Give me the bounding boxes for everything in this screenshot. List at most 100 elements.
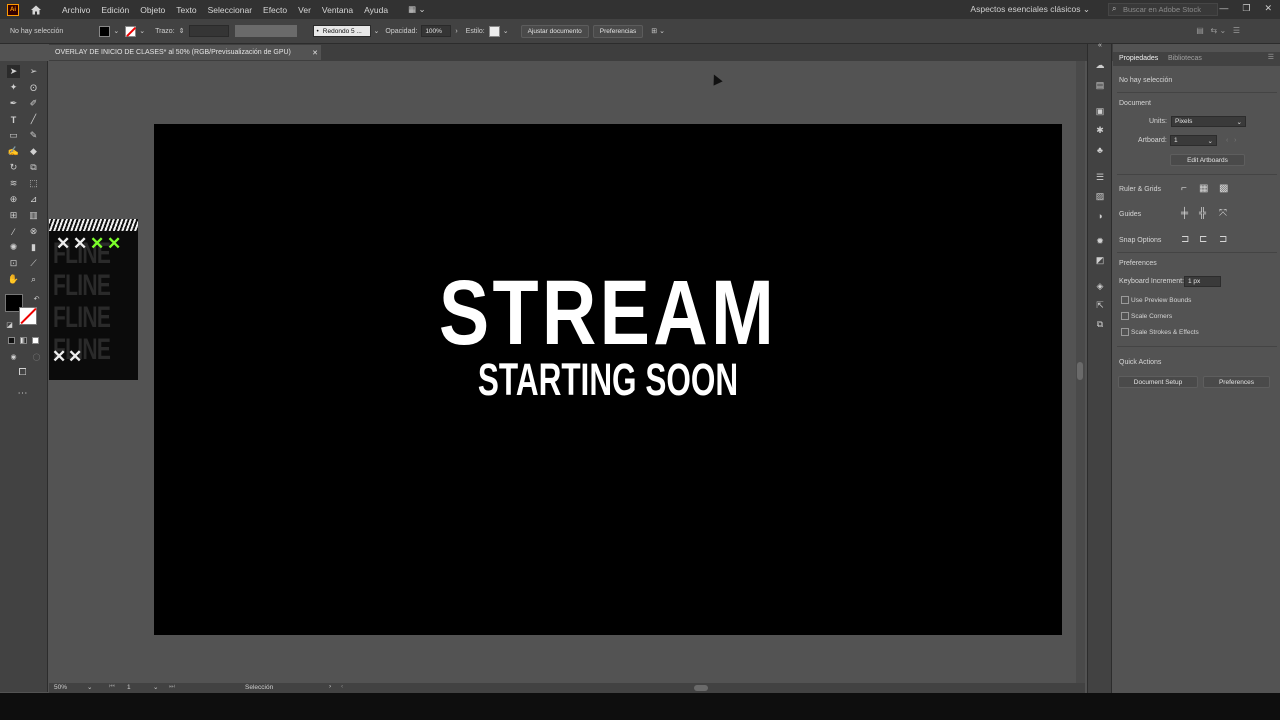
draw-mode-icon[interactable]: ◉ bbox=[7, 350, 20, 363]
graph-tool-icon[interactable]: ▮ bbox=[27, 241, 40, 254]
last-artboard-icon[interactable]: ⏭ bbox=[169, 683, 175, 691]
close-tab-icon[interactable]: ✕ bbox=[312, 49, 318, 57]
rectangle-tool-icon[interactable]: ▭ bbox=[7, 129, 20, 142]
overlay-thumbnail[interactable]: FLINE FLINE FLINE FLINE ✕ ✕ ✕ ✕ ✕ ✕ bbox=[49, 219, 138, 380]
menu-seleccionar[interactable]: Seleccionar bbox=[208, 5, 252, 15]
restore-icon[interactable]: ❐ bbox=[1242, 3, 1250, 14]
stroke-weight-dropdown[interactable] bbox=[188, 25, 229, 37]
draw-inside-icon[interactable]: ◯ bbox=[30, 350, 43, 363]
edit-artboards-button[interactable]: Edit Artboards bbox=[1170, 154, 1245, 166]
opacity-input[interactable]: 100% bbox=[421, 25, 452, 37]
appearance-icon[interactable]: ✹ bbox=[1094, 236, 1106, 247]
menu-edicion[interactable]: Edición bbox=[101, 5, 129, 15]
none-mode-icon[interactable] bbox=[32, 337, 39, 344]
chevron-down-icon[interactable]: ⌄ bbox=[374, 27, 380, 35]
default-colors-icon[interactable]: ◪ bbox=[3, 318, 16, 331]
menu-ventana[interactable]: Ventana bbox=[322, 5, 353, 15]
artboard[interactable]: STREAM STARTING SOON bbox=[154, 124, 1062, 635]
chevron-down-icon[interactable]: ⌄ bbox=[139, 27, 145, 35]
screen-mode-icon[interactable]: ⧠ bbox=[16, 366, 29, 379]
chevron-right-icon[interactable]: › bbox=[329, 683, 331, 690]
preferences-panel-button[interactable]: Preferences bbox=[1203, 376, 1270, 388]
line-tool-icon[interactable]: ╱ bbox=[27, 113, 40, 126]
horizontal-scroll-thumb[interactable] bbox=[694, 685, 708, 691]
home-icon[interactable] bbox=[29, 3, 43, 17]
chevron-down-icon[interactable]: ⌄ bbox=[87, 683, 92, 691]
menu-archivo[interactable]: Archivo bbox=[62, 5, 90, 15]
pen-tool-icon[interactable]: ✒ bbox=[7, 97, 20, 110]
snap-pixel-icon[interactable]: ⊏ bbox=[1199, 234, 1207, 245]
export-icon[interactable]: ⇱ bbox=[1094, 300, 1106, 311]
first-artboard-icon[interactable]: ⏮ bbox=[109, 683, 115, 691]
artboards-icon[interactable]: ⧉ bbox=[1094, 319, 1106, 330]
graphic-styles-icon[interactable]: ◩ bbox=[1094, 255, 1106, 266]
chevron-right-icon[interactable]: › bbox=[455, 28, 457, 35]
workspace-switcher[interactable]: Aspectos esenciales clásicos ⌄ bbox=[970, 4, 1090, 15]
hand-tool-icon[interactable]: ✋ bbox=[7, 273, 20, 286]
selection-tool-icon[interactable]: ➤ bbox=[7, 65, 20, 78]
chevron-down-icon[interactable]: ⌄ bbox=[153, 683, 158, 691]
free-transform-tool-icon[interactable]: ⬚ bbox=[27, 177, 40, 190]
document-tab[interactable]: OVERLAY DE INICIO DE CLASES* al 50% (RGB… bbox=[49, 45, 321, 60]
cc-libraries-icon[interactable]: ☁ bbox=[1094, 60, 1106, 71]
layers-icon[interactable]: ◈ bbox=[1094, 281, 1106, 292]
grid-icon[interactable]: ▦ bbox=[1199, 183, 1208, 194]
stroke-color-swatch[interactable] bbox=[19, 307, 37, 325]
minimize-icon[interactable]: — bbox=[1219, 3, 1228, 14]
width-tool-icon[interactable]: ≋ bbox=[7, 177, 20, 190]
menu-efecto[interactable]: Efecto bbox=[263, 5, 287, 15]
panel-menu-icon[interactable]: ☰ bbox=[1268, 53, 1274, 61]
more-tools-icon[interactable]: ⋯ bbox=[16, 387, 29, 400]
scale-strokes-checkbox[interactable] bbox=[1121, 328, 1129, 336]
chevron-down-icon[interactable]: ⌄ bbox=[503, 27, 509, 35]
shape-builder-tool-icon[interactable]: ⊕ bbox=[7, 193, 20, 206]
align-icon[interactable]: ⊞ ⌄ bbox=[651, 27, 665, 35]
rotate-tool-icon[interactable]: ↻ bbox=[7, 161, 20, 174]
snap-point-icon[interactable]: ⊐ bbox=[1181, 234, 1189, 245]
image-icon[interactable]: ▣ bbox=[1094, 106, 1106, 117]
fit-document-button[interactable]: Ajustar documento bbox=[520, 24, 589, 38]
menu-ver[interactable]: Ver bbox=[298, 5, 311, 15]
vertical-scroll-thumb[interactable] bbox=[1077, 362, 1083, 380]
scale-corners-checkbox[interactable] bbox=[1121, 312, 1129, 320]
variable-width-profile[interactable] bbox=[234, 25, 297, 37]
type-tool-icon[interactable]: T bbox=[7, 113, 20, 126]
stroke-stepper[interactable]: ⇕ bbox=[179, 27, 185, 35]
menu-objeto[interactable]: Objeto bbox=[140, 5, 165, 15]
swap-colors-icon[interactable]: ↶ bbox=[30, 292, 43, 305]
artboard-dropdown[interactable]: 1 ⌄ bbox=[1170, 135, 1217, 146]
paintbrush-tool-icon[interactable]: ✎ bbox=[27, 129, 40, 142]
snap-glyph-icon[interactable]: ⊐ bbox=[1219, 234, 1227, 245]
stream-heading[interactable]: STREAM bbox=[236, 267, 981, 359]
blend-tool-icon[interactable]: ⊗ bbox=[27, 225, 40, 238]
stock-search-input[interactable]: ⌕ Buscar en Adobe Stock bbox=[1108, 3, 1218, 16]
keyboard-increment-input[interactable]: 1 px bbox=[1184, 276, 1221, 287]
direct-selection-tool-icon[interactable]: ➢ bbox=[27, 65, 40, 78]
arrange-documents-icon[interactable]: ▦ ⌄ bbox=[408, 4, 426, 15]
menu-texto[interactable]: Texto bbox=[176, 5, 196, 15]
lock-guides-icon[interactable]: ╬ bbox=[1199, 208, 1206, 219]
mesh-tool-icon[interactable]: ⊞ bbox=[7, 209, 20, 222]
panel-toggle-icons[interactable]: ▤ ⇆ ⌄ ☰ bbox=[1196, 26, 1240, 35]
use-preview-bounds-checkbox[interactable] bbox=[1121, 296, 1129, 304]
gradient-tool-icon[interactable]: ▥ bbox=[27, 209, 40, 222]
starting-soon-subheading[interactable]: STARTING SOON bbox=[290, 357, 926, 402]
artboard-nav-icons[interactable]: ‹ › bbox=[1226, 137, 1237, 144]
tab-libraries[interactable]: Bibliotecas bbox=[1168, 55, 1202, 62]
style-swatch[interactable] bbox=[488, 25, 500, 37]
scroll-left-icon[interactable]: ‹ bbox=[341, 683, 343, 690]
symbols-icon[interactable]: ♣ bbox=[1094, 144, 1106, 155]
perspective-grid-tool-icon[interactable]: ⊿ bbox=[27, 193, 40, 206]
artboard-number[interactable]: 1 bbox=[127, 684, 131, 691]
stroke-panel-icon[interactable]: ☰ bbox=[1094, 172, 1106, 183]
chevron-down-icon[interactable]: ⌄ bbox=[113, 27, 119, 35]
magic-wand-tool-icon[interactable]: ✦ bbox=[7, 81, 20, 94]
collapse-panel-icon[interactable]: « bbox=[1094, 40, 1106, 51]
stroke-swatch[interactable] bbox=[125, 25, 137, 37]
zoom-tool-icon[interactable]: ⌕ bbox=[27, 273, 40, 286]
transparency-icon[interactable]: ◑ bbox=[1094, 210, 1106, 221]
ruler-icon[interactable]: ⌐ bbox=[1181, 183, 1187, 194]
fill-swatch[interactable] bbox=[99, 25, 111, 37]
zoom-level[interactable]: 50% bbox=[54, 684, 67, 691]
lasso-tool-icon[interactable]: ʘ bbox=[27, 81, 40, 94]
